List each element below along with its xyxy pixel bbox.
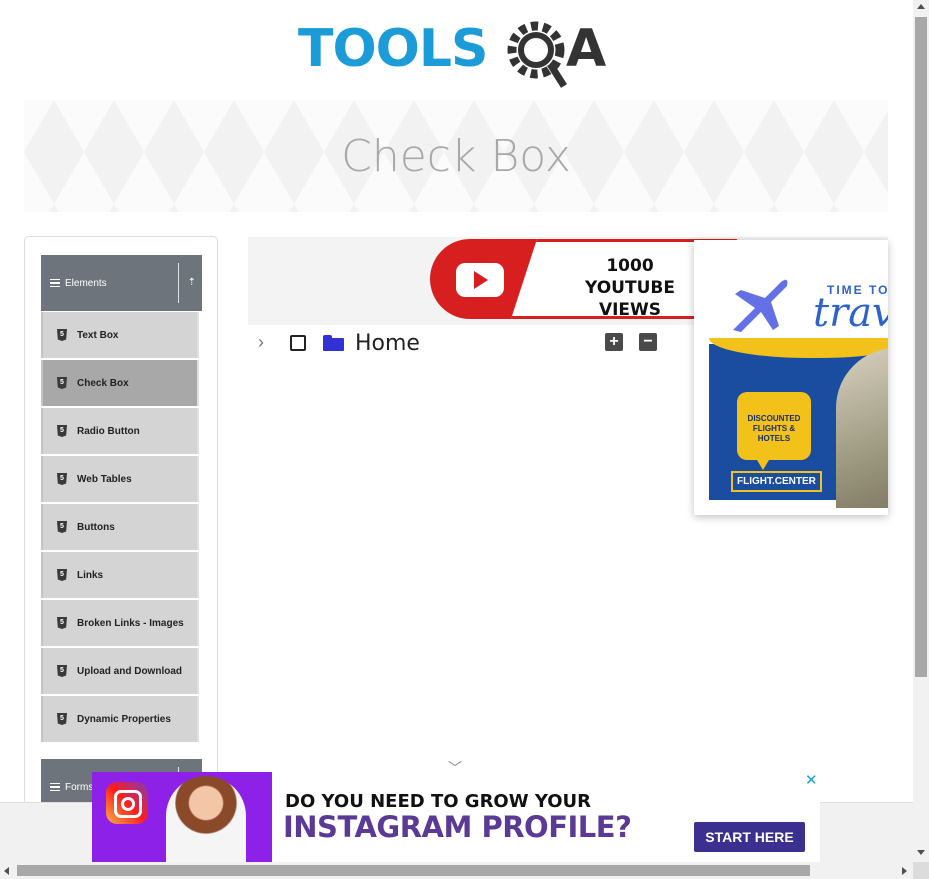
group-label: Forms bbox=[65, 781, 94, 793]
ad-brand: FLIGHT.CENTER bbox=[731, 471, 822, 492]
ad-headline-1: DO YOU NEED TO GROW YOUR bbox=[285, 791, 592, 812]
html5-icon: 5 bbox=[57, 377, 67, 389]
start-here-button[interactable]: START HERE bbox=[694, 822, 805, 852]
checkbox-tree: › Home + − bbox=[258, 330, 678, 358]
html5-icon: 5 bbox=[57, 665, 67, 677]
travel-ad-creative: TIME TO travel DISCOUNTED FLIGHTS & HOTE… bbox=[709, 250, 888, 508]
sidebar-item-label: Links bbox=[77, 569, 104, 581]
form-icon bbox=[50, 782, 60, 792]
instagram-ad[interactable]: DO YOU NEED TO GROW YOUR INSTAGRAM PROFI… bbox=[92, 772, 820, 862]
offer-line-1: DISCOUNTED bbox=[747, 414, 801, 423]
toolsqa-logo[interactable]: TOOLS A bbox=[296, 14, 622, 90]
scroll-up-icon[interactable] bbox=[917, 4, 925, 9]
ad-line-1: 1000 bbox=[606, 256, 654, 276]
vertical-scrollbar[interactable] bbox=[913, 0, 929, 862]
sidebar-item-label: Check Box bbox=[77, 377, 129, 389]
sidebar-item-label: Text Box bbox=[77, 329, 119, 341]
scroll-down-icon[interactable] bbox=[917, 850, 925, 855]
folder-icon bbox=[323, 335, 344, 351]
elements-menu: 5 Text Box 5 Check Box 5 Radio Button 5 … bbox=[41, 312, 199, 744]
html5-icon: 5 bbox=[57, 569, 67, 581]
divider bbox=[178, 263, 179, 303]
scroll-thumb[interactable] bbox=[915, 17, 927, 677]
html5-icon: 5 bbox=[57, 473, 67, 485]
html5-icon: 5 bbox=[57, 329, 67, 341]
sidebar-item-radio-button[interactable]: 5 Radio Button bbox=[41, 408, 199, 454]
scrollbar-corner bbox=[913, 862, 929, 879]
instagram-icon bbox=[106, 782, 148, 824]
sidebar-item-upload-download[interactable]: 5 Upload and Download bbox=[41, 648, 199, 694]
horizontal-scrollbar[interactable] bbox=[0, 862, 913, 879]
svg-text:TOOLS: TOOLS bbox=[298, 19, 487, 79]
offer-line-2: FLIGHTS & HOTELS bbox=[752, 424, 796, 443]
sidebar-item-label: Broken Links - Images bbox=[77, 617, 184, 629]
sidebar-item-links[interactable]: 5 Links bbox=[41, 552, 199, 598]
sidebar-item-web-tables[interactable]: 5 Web Tables bbox=[41, 456, 199, 502]
svg-text:A: A bbox=[566, 19, 606, 79]
sidebar-group-elements[interactable]: Elements ⇡ bbox=[41, 255, 202, 311]
expand-all-button[interactable]: + bbox=[605, 333, 623, 351]
html5-icon: 5 bbox=[57, 713, 67, 725]
sidebar-item-label: Upload and Download bbox=[77, 665, 182, 677]
ad-person-image bbox=[166, 776, 246, 862]
html5-icon: 5 bbox=[57, 521, 67, 533]
expand-chevron-icon[interactable]: › bbox=[258, 332, 270, 352]
sidebar-item-check-box[interactable]: 5 Check Box bbox=[41, 360, 199, 406]
sidebar-item-text-box[interactable]: 5 Text Box bbox=[41, 312, 199, 358]
sidebar-item-label: Web Tables bbox=[77, 473, 132, 485]
page-banner: Check Box bbox=[24, 100, 888, 212]
group-label: Elements bbox=[65, 277, 107, 289]
ad-offer-bubble: DISCOUNTED FLIGHTS & HOTELS bbox=[737, 392, 811, 470]
collapse-all-button[interactable]: − bbox=[639, 333, 657, 351]
sidebar-item-label: Dynamic Properties bbox=[77, 713, 171, 725]
travel-ad[interactable]: TIME TO travel DISCOUNTED FLIGHTS & HOTE… bbox=[694, 240, 888, 515]
scroll-right-icon[interactable] bbox=[902, 867, 907, 875]
ad-travel: travel bbox=[813, 290, 888, 336]
airplane-icon bbox=[733, 279, 788, 332]
sidebar-item-label: Radio Button bbox=[77, 425, 140, 437]
page-title: Check Box bbox=[341, 130, 571, 182]
sidebar-item-broken-links[interactable]: 5 Broken Links - Images bbox=[41, 600, 199, 646]
ad-text: 1000 YOUTUBE VIEWS bbox=[560, 255, 700, 321]
logo-graphic: TOOLS A bbox=[298, 19, 606, 88]
html5-icon: 5 bbox=[57, 425, 67, 437]
play-icon bbox=[474, 271, 488, 289]
scroll-left-icon[interactable] bbox=[4, 867, 9, 875]
html5-icon: 5 bbox=[57, 617, 67, 629]
ad-line-2: YOUTUBE VIEWS bbox=[585, 278, 675, 320]
home-checkbox[interactable] bbox=[290, 335, 306, 351]
sidebar-item-dynamic-properties[interactable]: 5 Dynamic Properties bbox=[41, 696, 199, 742]
ad-headline-2: INSTAGRAM PROFILE? bbox=[283, 810, 632, 844]
sidebar-item-buttons[interactable]: 5 Buttons bbox=[41, 504, 199, 550]
scroll-thumb[interactable] bbox=[17, 865, 810, 876]
sidebar: Elements ⇡ 5 Text Box 5 Check Box 5 Radi… bbox=[24, 236, 218, 816]
tree-node-label[interactable]: Home bbox=[355, 331, 420, 356]
close-ad-icon[interactable]: ✕ bbox=[805, 771, 818, 789]
sidebar-item-label: Buttons bbox=[77, 521, 115, 533]
hamburger-icon bbox=[50, 278, 60, 288]
collapse-icon[interactable]: ⇡ bbox=[188, 277, 196, 288]
